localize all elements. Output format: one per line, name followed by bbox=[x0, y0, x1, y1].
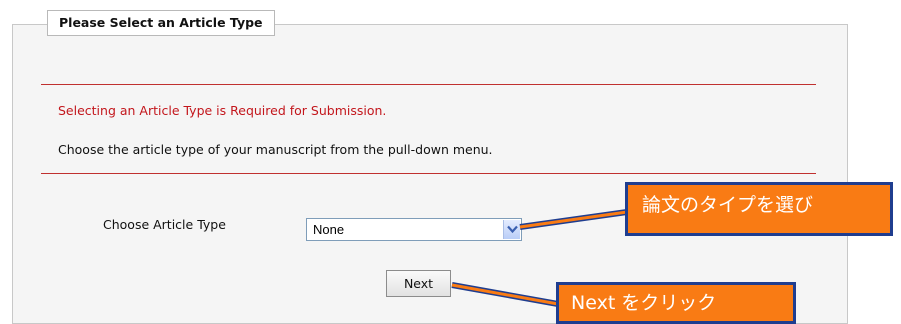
callout-pointers bbox=[451, 209, 628, 307]
select-article-type-callout: 論文のタイプを選び bbox=[625, 182, 893, 236]
click-next-callout: Next をクリック bbox=[556, 282, 796, 324]
select-callout-pointer-fill bbox=[519, 210, 628, 229]
next-callout-pointer-fill bbox=[451, 283, 559, 306]
